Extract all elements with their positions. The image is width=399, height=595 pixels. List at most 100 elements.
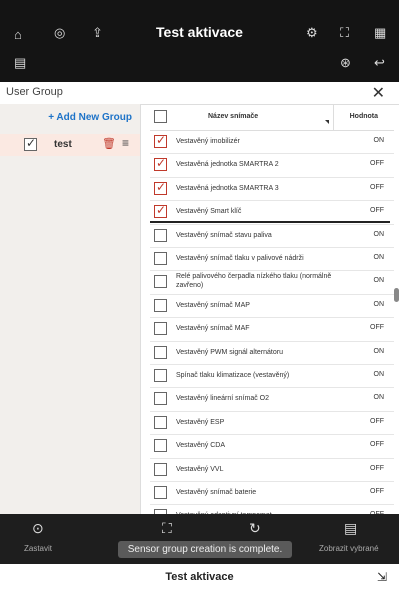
sensor-name: Spínač tlaku klimatizace (vestavěný) — [176, 372, 290, 379]
fullscreen-toggle-icon[interactable]: ⛶ — [162, 520, 172, 537]
row-checkbox[interactable] — [154, 133, 167, 148]
sensor-name: Relé palivového čerpadla nízkého tlaku (… — [176, 273, 332, 290]
group-row[interactable]: test 🗑 ≡ — [0, 134, 140, 156]
row-checkbox[interactable] — [154, 369, 167, 382]
table-row[interactable]: Vestavěný snímač MAP ON — [150, 294, 394, 319]
delete-icon[interactable]: 🗑 — [102, 137, 116, 150]
group-checkbox[interactable] — [24, 136, 37, 151]
sensor-value: ON — [373, 137, 385, 144]
sensor-name: Vestavěný VVL — [176, 465, 224, 473]
pin-icon[interactable]: ⇲ — [377, 570, 387, 584]
sensor-value: ON — [373, 371, 385, 378]
select-all-checkbox[interactable] — [154, 110, 167, 123]
table-row[interactable]: Vestavěný snímač MAF OFF — [150, 317, 394, 342]
grid-icon[interactable]: ▦ — [374, 25, 386, 41]
sensor-name: Vestavěná jednotka SMARTRA 3 — [176, 184, 279, 192]
scrollbar[interactable] — [394, 288, 399, 302]
sensor-name: Vestavěný Smart klíč — [176, 208, 242, 216]
document-icon[interactable]: ▤ — [14, 55, 26, 71]
row-checkbox[interactable] — [154, 345, 167, 359]
group-name: test — [54, 139, 72, 150]
group-panel: + Add New Group test 🗑 ≡ — [0, 104, 141, 514]
table-row[interactable]: Vestavěný lineární snímač O2 ON — [150, 387, 394, 412]
sensor-value: OFF — [370, 183, 384, 191]
sensor-name: Vestavěný CDA — [176, 442, 226, 450]
dialog-header: User Group ✕ — [0, 82, 399, 105]
table-row[interactable]: Relé palivového čerpadla nízkého tlaku (… — [150, 270, 394, 295]
row-checkbox[interactable] — [154, 275, 167, 289]
refresh-icon[interactable]: ↻ — [249, 520, 261, 537]
sensor-name: Vestavěný PWM signál alternátoru — [176, 348, 283, 356]
stop-icon[interactable]: ⊙ — [32, 520, 44, 537]
close-icon[interactable]: ✕ — [372, 83, 385, 103]
fullscreen-icon[interactable]: ⛶ — [340, 25, 349, 41]
row-checkbox[interactable] — [154, 298, 167, 312]
sensor-name: Vestavěná jednotka SMARTRA 2 — [176, 161, 279, 169]
sensor-name: Vestavěný snímač MAF — [176, 325, 250, 333]
stop-button-label[interactable]: Zastavit — [24, 544, 52, 553]
sensor-value: ON — [373, 300, 385, 308]
row-checkbox[interactable] — [154, 228, 167, 242]
header-value: Hodnota — [349, 113, 378, 120]
sensor-table: Název snímače Hodnota Vestavěný imobiliz… — [150, 104, 394, 514]
sensor-name: Vestavěný snímač baterie — [176, 489, 257, 496]
sensor-name: Vestavěný ESP — [176, 418, 225, 426]
sensor-name: Vestavěný lineární snímač O2 — [176, 395, 269, 403]
sensor-value: ON — [373, 347, 385, 355]
table-row[interactable]: Vestavěný CDA OFF — [150, 434, 394, 459]
sensor-value: ON — [373, 230, 385, 238]
row-checkbox[interactable] — [154, 462, 167, 476]
sensor-value: OFF — [370, 324, 384, 332]
sensor-name: Vestavěný snímač MAP — [176, 301, 250, 309]
sensor-value: OFF — [370, 464, 384, 472]
dialog-title: User Group — [6, 86, 63, 98]
sensor-name: Vestavěný imobilizér — [176, 138, 240, 145]
header-name[interactable]: Název snímače — [208, 113, 258, 120]
top-toolbar: ⌂ ◎ ⇪ Test aktivace ⚙ ⛶ ▦ ▤ ⊛ ↩ — [0, 0, 399, 82]
sensor-value: OFF — [370, 417, 384, 425]
settings-icon[interactable]: ⚙ — [306, 25, 318, 41]
table-row[interactable]: Vestavěný ESP OFF — [150, 411, 394, 436]
exit-icon[interactable]: ↩ — [374, 55, 385, 71]
sensor-value: OFF — [370, 441, 384, 449]
table-row[interactable]: Vestavěný imobilizér ON — [150, 130, 394, 155]
show-selected-icon[interactable]: ▤ — [344, 520, 357, 537]
row-checkbox[interactable] — [154, 392, 167, 406]
row-checkbox[interactable] — [154, 203, 167, 219]
row-checkbox[interactable] — [154, 439, 167, 453]
row-checkbox[interactable] — [154, 415, 167, 429]
show-selected-button-label[interactable]: Zobrazit vybrané — [319, 544, 379, 553]
table-row[interactable]: Vestavěný snímač tlaku v palivové nádrži… — [150, 247, 394, 272]
table-row[interactable]: Vestavěný snímač stavu paliva ON — [150, 224, 394, 248]
sensor-value: OFF — [370, 207, 384, 215]
sort-icon[interactable] — [325, 120, 329, 124]
sensor-name: Vestavěný snímač tlaku v palivové nádrži — [176, 255, 304, 262]
table-row[interactable]: Spínač tlaku klimatizace (vestavěný) ON — [150, 364, 394, 389]
table-row[interactable]: Vestavěný VVL OFF — [150, 458, 394, 482]
row-checkbox[interactable] — [154, 156, 167, 172]
sensor-value: OFF — [370, 160, 384, 168]
sensor-name: Vestavěný snímač stavu paliva — [176, 231, 272, 239]
menu-icon[interactable]: ≡ — [122, 136, 129, 150]
row-checkbox[interactable] — [154, 486, 167, 499]
table-row[interactable]: Vestavěný adaptivní tempomatOFF — [150, 504, 394, 514]
table-row[interactable]: Vestavěná jednotka SMARTRA 2 OFF — [150, 153, 394, 178]
table-row[interactable]: Vestavěný snímač baterie OFF — [150, 481, 394, 506]
row-checkbox[interactable] — [154, 252, 167, 265]
sensor-value: ON — [373, 394, 385, 402]
selection-separator — [150, 221, 390, 223]
table-header: Název snímače Hodnota — [150, 104, 394, 131]
sensor-value: ON — [373, 254, 385, 261]
column-divider — [333, 104, 334, 130]
sensor-value: ON — [373, 277, 385, 285]
footer-bar: Test aktivace ⇲ — [0, 564, 399, 595]
row-checkbox[interactable] — [154, 180, 167, 195]
toast-message: Sensor group creation is complete. — [118, 541, 292, 558]
sensor-value: OFF — [370, 488, 384, 495]
footer-title: Test aktivace — [165, 571, 234, 583]
diagnostic-icon[interactable]: ⊛ — [340, 55, 351, 71]
table-row[interactable]: Vestavěná jednotka SMARTRA 3 OFF — [150, 177, 394, 202]
row-checkbox[interactable] — [154, 322, 167, 336]
add-group-button[interactable]: + Add New Group — [48, 112, 132, 123]
table-row[interactable]: Vestavěný PWM signál alternátoru ON — [150, 341, 394, 365]
